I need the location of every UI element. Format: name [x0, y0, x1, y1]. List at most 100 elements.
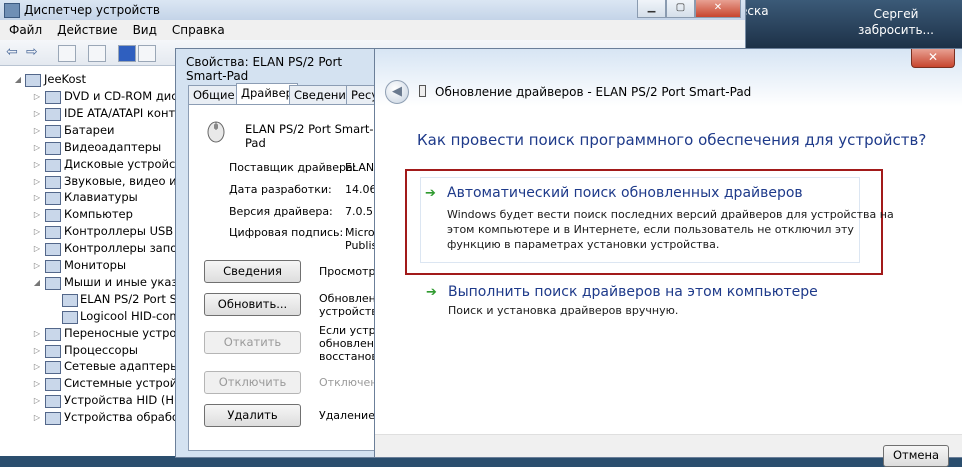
computer-icon	[25, 74, 41, 87]
expand-arrow-icon[interactable]: ▷	[33, 375, 41, 392]
dialog-title: Свойства: ELAN PS/2 Port Smart-Pad	[186, 55, 343, 83]
manual-search-option[interactable]: ➔ Выполнить поиск драйверов на этом комп…	[426, 284, 876, 325]
details-button[interactable]: Сведения	[204, 260, 301, 283]
tree-item-label: DVD и CD-ROM диско	[64, 89, 192, 103]
menu-file[interactable]: Файл	[9, 23, 42, 37]
rollback-desc: Если устрой обновления восстановле	[319, 324, 379, 363]
expand-arrow-icon[interactable]: ▷	[33, 122, 41, 139]
update-driver-wizard: ✕ ◀ Обновление драйверов - ELAN PS/2 Por…	[374, 48, 962, 467]
uninstall-button[interactable]: Удалить	[204, 404, 301, 427]
device-category-icon	[45, 276, 61, 290]
expand-arrow-icon[interactable]: ▷	[33, 156, 41, 173]
wizard-footer: Отмена	[375, 434, 962, 467]
device-category-icon	[45, 158, 61, 172]
driver-provider-value: ELAN	[345, 161, 375, 174]
device-category-icon	[45, 226, 61, 240]
expand-arrow-icon[interactable]: ▷	[33, 392, 41, 409]
update-driver-button[interactable]: Обновить...	[204, 293, 301, 316]
device-tree: ◢ JeeKost ▷ DVD и CD-ROM диско ▷ IDE ATA/ATAP…	[0, 66, 201, 456]
expand-arrow-icon[interactable]: ▷	[33, 358, 41, 375]
cancel-button[interactable]: Отмена	[883, 445, 949, 467]
back-button[interactable]: ◀	[385, 80, 409, 104]
expand-arrow-icon[interactable]: ▷	[33, 325, 41, 342]
rollback-desc-line: обновления	[319, 337, 379, 350]
device-category-icon	[45, 243, 61, 257]
menu-view[interactable]: Вид	[133, 23, 157, 37]
back-arrow-icon[interactable]: ⇦	[6, 45, 22, 60]
forward-arrow-icon[interactable]: ⇨	[26, 45, 42, 60]
disable-desc: Отключение	[319, 376, 379, 389]
details-desc-line: Просмотр с	[319, 265, 379, 278]
show-hide-tree-icon[interactable]	[58, 45, 76, 62]
collapse-arrow-icon[interactable]: ◢	[14, 71, 22, 88]
view-icon[interactable]	[138, 45, 156, 62]
help-icon[interactable]	[118, 45, 136, 62]
green-arrow-icon: ➔	[426, 285, 437, 300]
tree-item-label: Устройства HID (Hum	[64, 393, 193, 408]
expand-arrow-icon[interactable]: ▷	[33, 257, 41, 274]
driver-version-label: Версия драйвера:	[229, 205, 333, 218]
properties-icon[interactable]	[88, 45, 106, 62]
expand-arrow-icon[interactable]: ▷	[33, 189, 41, 206]
expand-arrow-icon[interactable]: ▷	[33, 409, 41, 426]
rollback-desc-line: восстановле	[319, 350, 379, 363]
window-controls: ▁ ▢ ✕	[637, 0, 741, 18]
device-manager-icon	[4, 3, 20, 18]
tree-item-label: Мыши и иные указы	[64, 274, 187, 289]
tree-item-label: Переносные устройс	[64, 325, 191, 340]
device-category-icon	[45, 412, 61, 426]
wizard-close-button[interactable]: ✕	[911, 49, 955, 68]
tree-item-label: Батареи	[64, 122, 115, 137]
device-category-icon	[45, 141, 61, 155]
expand-arrow-icon[interactable]: ▷	[33, 139, 41, 156]
expand-arrow-icon[interactable]: ▷	[33, 223, 41, 240]
device-category-icon	[45, 378, 61, 392]
maximize-button[interactable]: ▢	[666, 0, 695, 18]
desktop-user-shortcut[interactable]: Сергей забросить...	[858, 6, 934, 38]
expand-arrow-icon[interactable]: ◢	[33, 274, 41, 291]
close-button[interactable]: ✕	[695, 0, 741, 18]
digital-signature-label: Цифровая подпись:	[229, 226, 344, 239]
details-desc: Просмотр с	[319, 265, 379, 278]
tab-general[interactable]: Общие	[188, 85, 240, 104]
device-category-icon	[45, 91, 61, 104]
device-category-icon	[45, 124, 61, 138]
auto-search-title[interactable]: Автоматический поиск обновленных драйвер…	[447, 185, 803, 201]
minimize-button[interactable]: ▁	[637, 0, 666, 18]
update-desc-line: устройства.	[319, 305, 379, 318]
expand-arrow-icon[interactable]: ▷	[33, 105, 41, 122]
expand-arrow-icon[interactable]: ▷	[33, 88, 41, 105]
device-category-icon	[45, 192, 61, 206]
expand-arrow-icon[interactable]: ▷	[33, 240, 41, 257]
expand-arrow-icon[interactable]: ▷	[33, 206, 41, 223]
disable-button[interactable]: Отключить	[204, 371, 301, 394]
menu-bar: Файл Действие Вид Справка	[0, 20, 745, 40]
tree-root-label: JeeKost	[44, 72, 87, 86]
menu-help[interactable]: Справка	[172, 23, 225, 37]
user-action-label: забросить...	[858, 23, 934, 37]
manual-search-title[interactable]: Выполнить поиск драйверов на этом компью…	[448, 284, 818, 300]
device-category-icon	[62, 293, 78, 307]
auto-search-option[interactable]: ➔ Автоматический поиск обновленных драйв…	[420, 177, 894, 263]
tree-item-label: Компьютер	[64, 207, 133, 222]
update-desc: Обновление устройства.	[319, 292, 379, 318]
tree-item-label: Процессоры	[64, 342, 138, 357]
update-desc-line: Обновление	[319, 292, 379, 305]
tree-item-label: Клавиатуры	[64, 190, 138, 205]
device-category-icon	[45, 344, 61, 358]
device-category-icon	[45, 209, 61, 223]
title-bar[interactable]: Диспетчер устройств ▁ ▢ ✕	[0, 0, 745, 20]
device-category-icon	[45, 175, 61, 189]
rollback-desc-line: Если устрой	[319, 324, 379, 337]
disable-desc-line: Отключение	[319, 376, 379, 389]
desktop-background: еска Сергей забросить...	[740, 0, 962, 48]
tree-item-label: Logicool HID-com	[80, 308, 181, 323]
wizard-header: ✕ ◀ Обновление драйверов - ELAN PS/2 Por…	[375, 49, 962, 131]
expand-arrow-icon[interactable]: ▷	[33, 342, 41, 359]
tree-item-label: Сетевые адаптеры	[64, 359, 180, 374]
expand-arrow-icon[interactable]: ▷	[33, 173, 41, 190]
user-name-label: Сергей	[873, 7, 919, 21]
menu-action[interactable]: Действие	[57, 23, 117, 37]
uninstall-desc: Удаление д	[319, 409, 379, 422]
rollback-button[interactable]: Откатить	[204, 331, 301, 354]
